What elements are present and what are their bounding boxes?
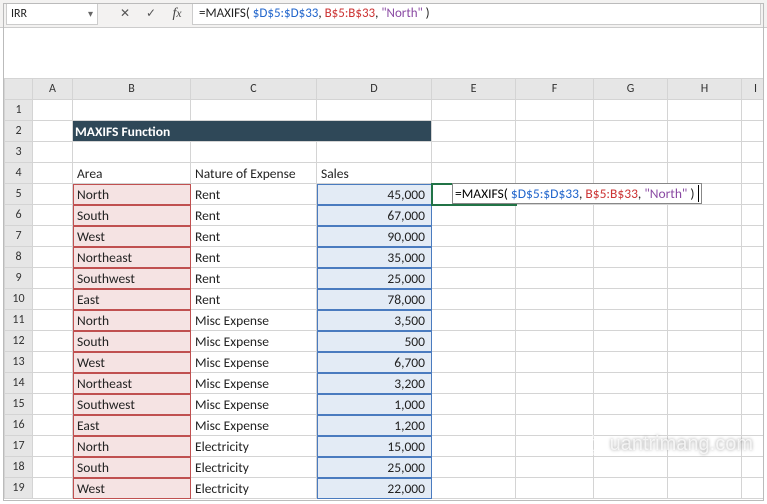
cell-nature[interactable]: Electricity	[191, 436, 317, 457]
row-header[interactable]: 3	[5, 142, 33, 163]
cell-area[interactable]: North	[73, 310, 191, 331]
formula-bar-input[interactable]: =MAXIFS( $D$5:$D$33, B$5:B$33, "North" )	[192, 3, 761, 25]
cell-nature[interactable]: Rent	[191, 205, 317, 226]
cell-area[interactable]: West	[73, 478, 191, 499]
cell-nature[interactable]: Rent	[191, 184, 317, 205]
col-header[interactable]: H	[668, 79, 742, 100]
cell-sales[interactable]: 78,000	[317, 289, 432, 310]
spreadsheet-grid[interactable]: A B C D E F G H I 1 2 MAXIFS Function 3 …	[4, 78, 763, 500]
cancel-icon[interactable]: ✕	[114, 3, 136, 25]
cell-area[interactable]: North	[73, 184, 191, 205]
cell-sales[interactable]: 25,000	[317, 457, 432, 478]
row-header[interactable]: 7	[5, 226, 33, 247]
row-header[interactable]: 16	[5, 415, 33, 436]
cell-nature[interactable]: Electricity	[191, 457, 317, 478]
cell-area[interactable]: Northeast	[73, 373, 191, 394]
row-header[interactable]: 8	[5, 247, 33, 268]
cell-sales[interactable]: 45,000	[317, 184, 432, 205]
cell-area[interactable]: West	[73, 226, 191, 247]
header-sales[interactable]: Sales	[317, 163, 432, 184]
cell-sales[interactable]: 90,000	[317, 226, 432, 247]
col-header[interactable]: I	[742, 79, 764, 100]
fx-icon[interactable]: fx	[166, 3, 188, 25]
row-header[interactable]: 17	[5, 436, 33, 457]
formula-bar-text: =MAXIFS( $D$5:$D$33, B$5:B$33, "North" )	[199, 6, 430, 21]
row-header[interactable]: 10	[5, 289, 33, 310]
cell-area[interactable]: North	[73, 436, 191, 457]
cell-area[interactable]: West	[73, 352, 191, 373]
row-header[interactable]: 19	[5, 478, 33, 499]
cell-nature[interactable]: Misc Expense	[191, 373, 317, 394]
row-header[interactable]: 2	[5, 121, 33, 142]
row-header[interactable]: 11	[5, 310, 33, 331]
cell-area[interactable]: Southwest	[73, 394, 191, 415]
cell-sales[interactable]: 1,200	[317, 415, 432, 436]
cell-area[interactable]: Southwest	[73, 268, 191, 289]
cell-sales[interactable]: 22,000	[317, 478, 432, 499]
cell-nature[interactable]: Misc Expense	[191, 352, 317, 373]
col-header[interactable]: C	[191, 79, 317, 100]
cell-area[interactable]: South	[73, 205, 191, 226]
cell-sales[interactable]: 25,000	[317, 268, 432, 289]
column-header-row: A B C D E F G H I	[5, 79, 764, 100]
col-header[interactable]: B	[73, 79, 191, 100]
formula-bar-row: IRR ▾ ✕ ✓ fx =MAXIFS( $D$5:$D$33, B$5:B$…	[0, 0, 767, 28]
cell-sales[interactable]: 1,000	[317, 394, 432, 415]
cell-sales[interactable]: 67,000	[317, 205, 432, 226]
name-box[interactable]: IRR ▾	[6, 3, 98, 25]
row-header[interactable]: 6	[5, 205, 33, 226]
name-box-value: IRR	[11, 7, 27, 21]
cell-nature[interactable]: Misc Expense	[191, 331, 317, 352]
cell-nature[interactable]: Misc Expense	[191, 394, 317, 415]
cell-nature[interactable]: Rent	[191, 289, 317, 310]
row-header[interactable]: 4	[5, 163, 33, 184]
col-header[interactable]: G	[594, 79, 668, 100]
cell-area[interactable]: South	[73, 457, 191, 478]
cell-sales[interactable]: 500	[317, 331, 432, 352]
select-all-corner[interactable]	[5, 79, 33, 100]
col-header[interactable]: D	[317, 79, 432, 100]
cell-inline-editor[interactable]: =MAXIFS( $D$5:$D$33, B$5:B$33, "North" )	[452, 183, 702, 204]
header-nature[interactable]: Nature of Expense	[191, 163, 317, 184]
header-area[interactable]: Area	[73, 163, 191, 184]
cell-nature[interactable]: Misc Expense	[191, 415, 317, 436]
row-header[interactable]: 5	[5, 184, 33, 205]
title-cell[interactable]: MAXIFS Function	[73, 121, 432, 142]
cell-area[interactable]: East	[73, 289, 191, 310]
chevron-down-icon[interactable]: ▾	[88, 7, 93, 20]
col-header[interactable]: E	[432, 79, 516, 100]
col-header[interactable]: A	[33, 79, 73, 100]
cell-sales[interactable]: 6,700	[317, 352, 432, 373]
row-header[interactable]: 13	[5, 352, 33, 373]
cell-nature[interactable]: Electricity	[191, 478, 317, 499]
cell-nature[interactable]: Rent	[191, 226, 317, 247]
row-header[interactable]: 12	[5, 331, 33, 352]
row-header[interactable]: 18	[5, 457, 33, 478]
cell-sales[interactable]: 35,000	[317, 247, 432, 268]
row-header[interactable]: 14	[5, 373, 33, 394]
cell-area[interactable]: South	[73, 331, 191, 352]
cell-nature[interactable]: Rent	[191, 247, 317, 268]
row-header[interactable]: 15	[5, 394, 33, 415]
col-header[interactable]: F	[516, 79, 594, 100]
confirm-icon[interactable]: ✓	[140, 3, 162, 25]
cell-sales[interactable]: 3,500	[317, 310, 432, 331]
cell-sales[interactable]: 3,200	[317, 373, 432, 394]
row-header[interactable]: 9	[5, 268, 33, 289]
row-header[interactable]: 1	[5, 100, 33, 121]
cell-sales[interactable]: 15,000	[317, 436, 432, 457]
cell-area[interactable]: Northeast	[73, 247, 191, 268]
cell-nature[interactable]: Misc Expense	[191, 310, 317, 331]
cell-area[interactable]: East	[73, 415, 191, 436]
cell-nature[interactable]: Rent	[191, 268, 317, 289]
